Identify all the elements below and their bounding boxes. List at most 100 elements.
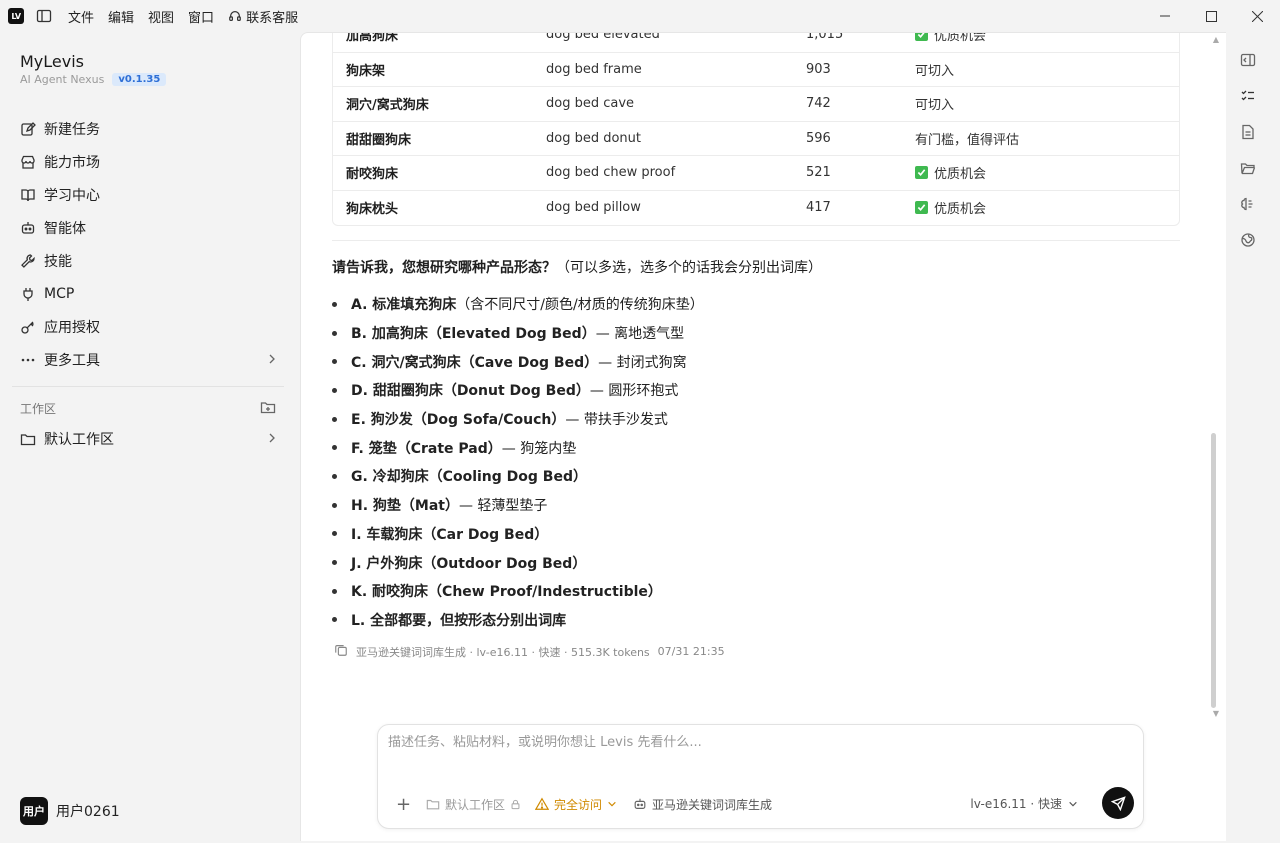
brand-subtitle: AI Agent Nexus (20, 73, 105, 86)
collapse-panel-icon[interactable] (1230, 42, 1266, 78)
nav-label: MCP (44, 285, 75, 302)
option-rest: — 离地透气型 (595, 326, 685, 343)
right-rail (1230, 42, 1266, 258)
cell-cn: 加高狗床 (346, 32, 399, 45)
workspace-item-default[interactable]: 默认工作区 (12, 422, 284, 455)
option-rest: （含不同尺寸/颜色/材质的传统狗床垫） (456, 297, 704, 314)
status-text: 优质机会 (934, 167, 987, 183)
cell-volume: 742 (806, 96, 831, 112)
list-item: F. 笼垫（Crate Pad） — 狗笼内垫 (332, 433, 704, 462)
plus-icon[interactable]: + (396, 794, 416, 815)
meta-time: 07/31 21:35 (657, 645, 725, 658)
status-text: 可切入 (915, 98, 955, 114)
brain-icon[interactable] (1230, 186, 1266, 222)
option-bold: L. 全部都要，但按形态分别出词库 (351, 612, 567, 629)
workspace-selector[interactable]: 默认工作区 (426, 796, 521, 813)
chevron-down-icon (1069, 801, 1077, 806)
nav-label: 能力市场 (44, 154, 100, 171)
globe-icon[interactable] (1230, 222, 1266, 258)
nav-item-auth[interactable]: 应用授权 (12, 310, 284, 343)
check-icon (915, 166, 928, 180)
nav-item-more-tools[interactable]: 更多工具 (12, 343, 284, 376)
cell-en: dog bed pillow (546, 200, 641, 216)
option-bold: J. 户外狗床（Outdoor Dog Bed） (351, 555, 587, 572)
workspace-header: 工作区 (20, 398, 276, 418)
option-rest: — 圆形环抱式 (589, 383, 679, 400)
avatar: 用户 (20, 797, 48, 825)
document-icon[interactable] (1230, 114, 1266, 150)
bot-icon (634, 798, 646, 809)
scroll-up-icon[interactable]: ▲ (1213, 35, 1219, 44)
list-item: K. 耐咬狗床（Chew Proof/Indestructible） (332, 577, 704, 606)
support-label: 联系客服 (246, 10, 299, 26)
option-bold: F. 笼垫（Crate Pad） (351, 440, 502, 457)
book-icon (20, 187, 36, 203)
check-icon (915, 33, 928, 42)
cell-en: dog bed donut (546, 130, 642, 146)
folder-icon (426, 799, 440, 810)
nav-item-skills[interactable]: 技能 (12, 244, 284, 277)
nav-item-market[interactable]: 能力市场 (12, 145, 284, 178)
workspace-label: 默认工作区 (445, 797, 506, 812)
copy-icon[interactable] (334, 643, 348, 660)
cell-cn: 狗床枕头 (346, 202, 399, 218)
status-text: 优质机会 (934, 32, 987, 45)
nav-item-learning[interactable]: 学习中心 (12, 178, 284, 211)
option-bold: K. 耐咬狗床（Chew Proof/Indestructible） (351, 584, 662, 601)
cell-cn: 甜甜圈狗床 (346, 132, 412, 148)
model-selector[interactable]: lv-e16.11 · 快速 (970, 795, 1078, 812)
composer: + 默认工作区 完全访问 亚马逊关键词词库生成 lv-e16.11 · 快速 (377, 724, 1144, 829)
cell-volume: 1,015 (806, 32, 844, 43)
task-input[interactable] (388, 735, 1128, 750)
store-icon (20, 154, 36, 170)
list-item: B. 加高狗床（Elevated Dog Bed） — 离地透气型 (332, 319, 704, 348)
support-menu[interactable]: 联系客服 (228, 7, 298, 26)
cell-en: dog bed chew proof (546, 165, 676, 181)
composer-toolbar: + 默认工作区 完全访问 亚马逊关键词词库生成 lv-e16.11 · 快速 (396, 793, 1136, 815)
option-bold: C. 洞穴/窝式狗床（Cave Dog Bed） (351, 354, 599, 371)
table-row: 耐咬狗床 dog bed chew proof 521 优质机会 (333, 156, 1179, 191)
cell-volume: 596 (806, 130, 831, 146)
menu-view[interactable]: 视图 (148, 7, 174, 26)
cell-status: 优质机会 (915, 32, 1179, 45)
nav-item-agents[interactable]: 智能体 (12, 211, 284, 244)
table-row: 狗床架 dog bed frame 903 可切入 (333, 53, 1179, 87)
menu-window[interactable]: 窗口 (188, 7, 214, 26)
minimize-icon[interactable] (1142, 0, 1188, 32)
table-row: 洞穴/窝式狗床 dog bed cave 742 可切入 (333, 87, 1179, 122)
brand-subtitle-row: AI Agent Nexus v0.1.35 (20, 73, 167, 86)
version-badge: v0.1.35 (112, 73, 167, 86)
lock-icon (511, 799, 520, 809)
table-row: 甜甜圈狗床 dog bed donut 596 有门槛，值得评估 (333, 122, 1179, 156)
send-button[interactable] (1102, 787, 1134, 819)
cell-volume: 417 (806, 200, 831, 216)
agent-selector[interactable]: 亚马逊关键词词库生成 (633, 796, 772, 813)
option-bold: I. 车载狗床（Car Dog Bed） (351, 526, 549, 543)
list-item: C. 洞穴/窝式狗床（Cave Dog Bed） — 封闭式狗窝 (332, 347, 704, 376)
status-text: 可切入 (915, 63, 955, 79)
folder-open-icon[interactable] (1230, 150, 1266, 186)
scroll-down-icon[interactable]: ▼ (1213, 709, 1219, 718)
option-rest: — 封闭式狗窝 (598, 354, 687, 371)
add-folder-icon[interactable] (260, 399, 276, 418)
nav-label: 更多工具 (44, 352, 100, 369)
user-profile[interactable]: 用户 用户0261 (20, 797, 120, 825)
menu-edit[interactable]: 编辑 (108, 7, 134, 26)
scrollbar[interactable] (1211, 433, 1216, 708)
workspace-title: 工作区 (20, 401, 57, 416)
task-list-icon[interactable] (1230, 78, 1266, 114)
send-icon (1110, 795, 1126, 811)
list-item: D. 甜甜圈狗床（Donut Dog Bed） — 圆形环抱式 (332, 376, 704, 405)
nav-item-new-task[interactable]: 新建任务 (12, 112, 284, 145)
option-bold: E. 狗沙发（Dog Sofa/Couch） (351, 412, 566, 429)
menu-file[interactable]: 文件 (68, 7, 94, 26)
cell-en: dog bed cave (546, 96, 635, 112)
close-icon[interactable] (1234, 0, 1280, 32)
option-rest: — 狗笼内垫 (501, 440, 577, 457)
nav-item-mcp[interactable]: MCP (12, 277, 284, 310)
cell-en: dog bed elevated (546, 32, 660, 43)
sidebar-toggle-icon[interactable] (34, 6, 54, 26)
status-text: 优质机会 (934, 202, 987, 218)
access-selector[interactable]: 完全访问 (535, 796, 617, 813)
maximize-icon[interactable] (1188, 0, 1234, 32)
